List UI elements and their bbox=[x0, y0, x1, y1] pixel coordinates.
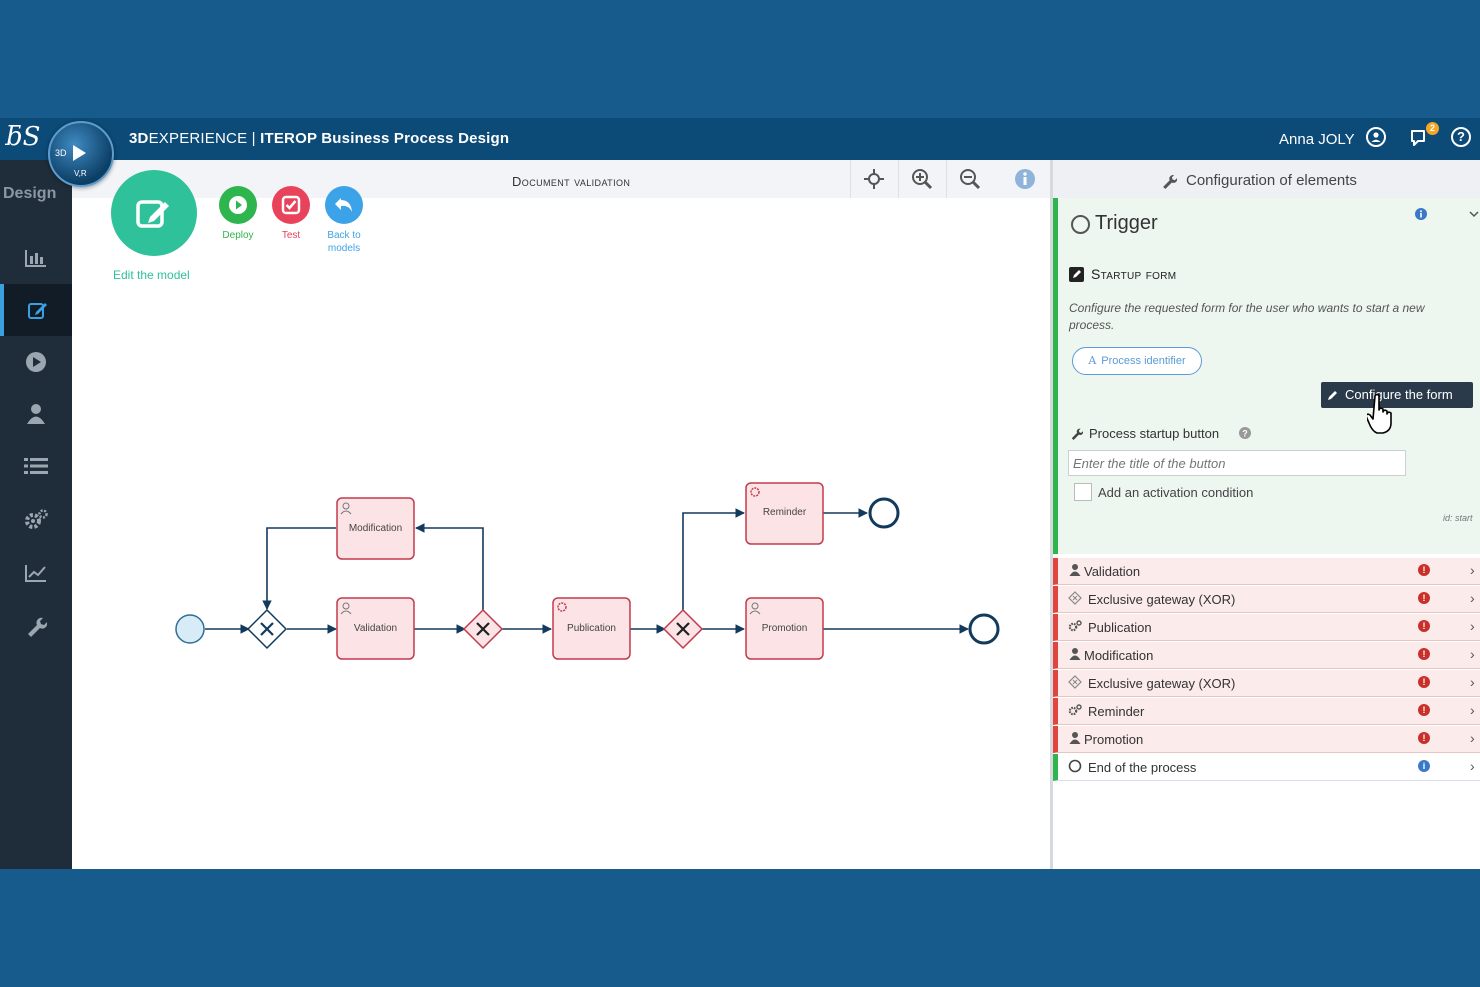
chevron-right-icon: › bbox=[1470, 590, 1475, 606]
startup-form-description: Configure the requested form for the use… bbox=[1069, 301, 1425, 332]
process-identifier-button[interactable]: A Process identifier bbox=[1072, 347, 1202, 375]
flow-modification-gw1 bbox=[262, 527, 336, 610]
error-icon: ! bbox=[1418, 648, 1430, 660]
notification-badge: 2 bbox=[1426, 122, 1439, 135]
svg-text:Validation: Validation bbox=[354, 623, 397, 634]
chevron-right-icon: › bbox=[1470, 702, 1475, 718]
element-row-reminder[interactable]: Reminder ! › bbox=[1053, 698, 1480, 725]
chevron-right-icon: › bbox=[1470, 646, 1475, 662]
element-row-promotion[interactable]: Promotion ! › bbox=[1053, 726, 1480, 753]
process-startup-button-label: Process startup button bbox=[1089, 426, 1220, 441]
error-icon: ! bbox=[1418, 564, 1430, 576]
text-field-icon: A bbox=[1088, 354, 1097, 367]
error-icon: ! bbox=[1418, 620, 1430, 632]
user-icon bbox=[1069, 732, 1081, 744]
end-event-reminder[interactable] bbox=[868, 497, 900, 529]
element-id: id: start bbox=[1443, 513, 1473, 523]
form-edit-icon bbox=[1069, 267, 1084, 282]
element-row-gateway-1[interactable]: Exclusive gateway (XOR) ! › bbox=[1053, 586, 1480, 613]
flow-gw2-modification bbox=[415, 523, 484, 610]
task-publication[interactable]: Publication bbox=[552, 597, 631, 660]
gateway-icon bbox=[1068, 675, 1082, 689]
gateway-2[interactable] bbox=[462, 608, 504, 650]
startup-button-title-input[interactable] bbox=[1068, 450, 1406, 476]
gateway-1[interactable] bbox=[246, 608, 288, 650]
app-window: ƃS 3DEXPERIENCE | ITEROP Business Proces… bbox=[0, 118, 1480, 869]
task-validation[interactable]: Validation bbox=[336, 597, 415, 660]
element-row-publication[interactable]: Publication ! › bbox=[1053, 614, 1480, 641]
help-icon[interactable]: ? bbox=[1451, 127, 1471, 147]
gateway-icon bbox=[1068, 591, 1082, 605]
end-event[interactable] bbox=[968, 613, 1000, 645]
error-icon: ! bbox=[1418, 732, 1430, 744]
trigger-title: Trigger bbox=[1095, 212, 1158, 234]
circle-icon bbox=[1068, 759, 1082, 773]
element-row-modification[interactable]: Modification ! › bbox=[1053, 642, 1480, 669]
task-promotion[interactable]: Promotion bbox=[745, 597, 824, 660]
error-icon: ! bbox=[1418, 704, 1430, 716]
chevron-right-icon: › bbox=[1470, 618, 1475, 634]
element-row-gateway-2[interactable]: Exclusive gateway (XOR) ! › bbox=[1053, 670, 1480, 697]
circle-icon bbox=[1071, 215, 1090, 234]
error-icon: ! bbox=[1418, 592, 1430, 604]
svg-text:Reminder: Reminder bbox=[763, 507, 807, 518]
trigger-section: Trigger Startup form Configure the reque… bbox=[1053, 198, 1480, 554]
activation-condition-checkbox[interactable] bbox=[1074, 483, 1092, 501]
panel-title: Configuration of elements bbox=[1186, 172, 1357, 189]
user-icon bbox=[1069, 564, 1081, 576]
info-icon bbox=[1415, 208, 1427, 220]
chevron-right-icon: › bbox=[1470, 674, 1475, 690]
wrench-icon bbox=[1071, 428, 1083, 440]
chevron-down-icon bbox=[1469, 211, 1479, 218]
svg-text:Publication: Publication bbox=[567, 623, 616, 634]
configure-form-button[interactable]: Configure the form bbox=[1321, 382, 1473, 408]
chevron-right-icon: › bbox=[1470, 562, 1475, 578]
startup-form-title: Startup form bbox=[1091, 266, 1177, 282]
user-name[interactable]: Anna JOLY bbox=[1279, 131, 1355, 148]
activation-condition-label[interactable]: Add an activation condition bbox=[1098, 485, 1253, 500]
gears-icon bbox=[1068, 620, 1082, 632]
chevron-right-icon: › bbox=[1470, 730, 1475, 746]
compass-icon[interactable]: 3D V,R bbox=[48, 121, 114, 187]
help-icon: ? bbox=[1239, 427, 1251, 439]
wrench-icon bbox=[1163, 175, 1177, 189]
process-diagram: Modification Validation Publication Remi… bbox=[175, 482, 1000, 660]
gateway-3[interactable] bbox=[662, 608, 704, 650]
error-icon: ! bbox=[1418, 676, 1430, 688]
chevron-right-icon: › bbox=[1470, 758, 1475, 774]
compass-play-icon bbox=[73, 145, 86, 161]
svg-text:Promotion: Promotion bbox=[762, 623, 808, 634]
configuration-panel: Configuration of elements Trigger Startu… bbox=[1050, 160, 1480, 869]
start-event[interactable] bbox=[175, 614, 205, 644]
svg-text:Modification: Modification bbox=[349, 523, 402, 534]
task-reminder[interactable]: Reminder bbox=[745, 482, 824, 545]
hand-cursor-icon bbox=[1367, 393, 1392, 434]
gears-icon bbox=[1068, 704, 1082, 716]
task-modification[interactable]: Modification bbox=[336, 497, 415, 560]
element-row-end[interactable]: End of the process i › bbox=[1053, 754, 1480, 781]
element-row-validation[interactable]: Validation ! › bbox=[1053, 558, 1480, 585]
svg-text:?: ? bbox=[1242, 429, 1248, 439]
panel-header: Configuration of elements bbox=[1053, 160, 1480, 198]
user-icon bbox=[1069, 648, 1081, 660]
info-icon: i bbox=[1418, 760, 1430, 772]
user-profile-icon[interactable] bbox=[1366, 127, 1386, 147]
pencil-icon bbox=[1328, 391, 1337, 400]
flow-gw3-reminder bbox=[682, 508, 745, 610]
